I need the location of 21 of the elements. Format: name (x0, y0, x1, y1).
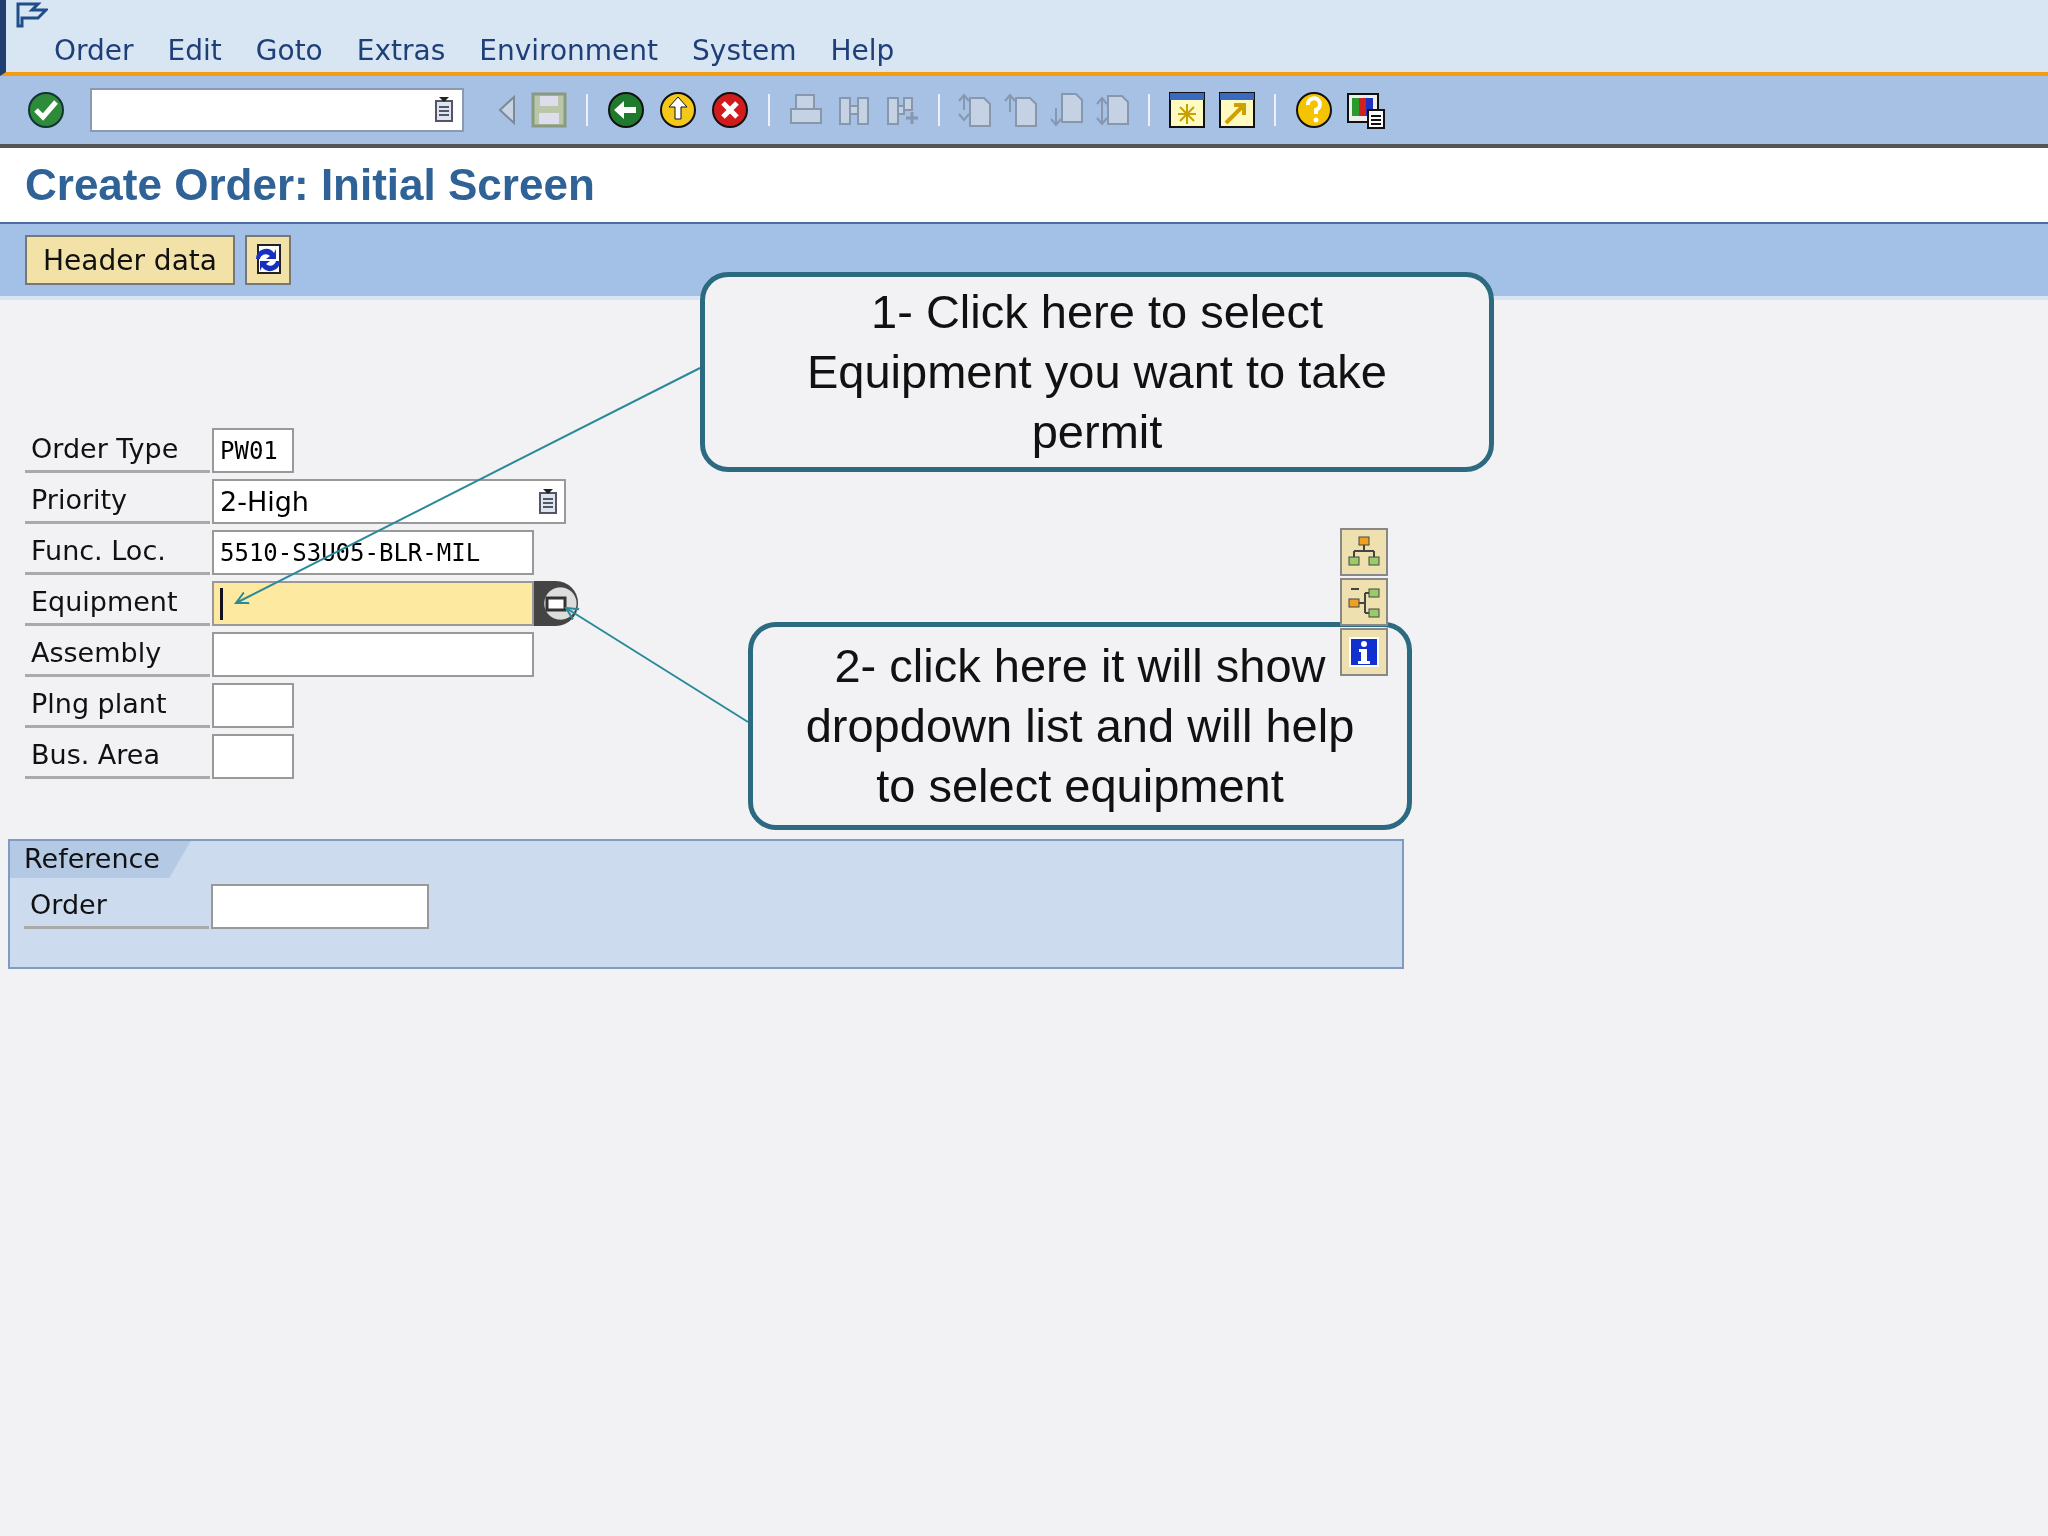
header-data-button[interactable]: Header data (25, 235, 235, 285)
callout: 2- click here it will show dropdown list and will help to select equipment (748, 622, 1412, 830)
callout: 1- Click here to select Equipment you want to take permit (700, 272, 1494, 472)
field-label: Order Type (25, 428, 210, 473)
menu-item[interactable]: Environment (479, 34, 659, 67)
menu-item[interactable]: Goto (255, 34, 323, 67)
field-label: Order (24, 884, 209, 929)
menu-item[interactable]: Extras (356, 34, 446, 67)
field-label: Plng plant (25, 683, 210, 728)
input-field[interactable]: 2-High (212, 479, 566, 524)
input-field[interactable]: PW01 (212, 428, 294, 473)
menu-item[interactable]: Edit (167, 34, 222, 67)
field-label: Equipment (25, 581, 210, 626)
menu-item[interactable]: Order (54, 34, 134, 67)
field-label: Priority (25, 479, 210, 524)
menu-item[interactable]: System (692, 34, 797, 67)
menu-item[interactable]: Help (830, 34, 895, 67)
field-label: Bus. Area (25, 734, 210, 779)
field-label: Assembly (25, 632, 210, 677)
field-label: Func. Loc. (25, 530, 210, 575)
screen-title: Create Order: Initial Screen (25, 160, 595, 210)
